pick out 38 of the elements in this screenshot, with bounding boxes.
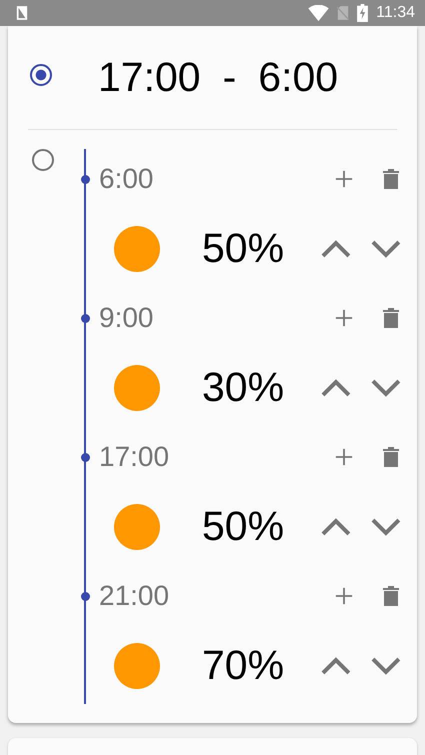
chevron-up-icon[interactable] [321,518,352,536]
chevron-up-icon[interactable] [321,656,352,674]
entry-time[interactable]: 6:00 [99,163,154,195]
percentage-value: 50% [202,503,286,550]
chevron-up-icon[interactable] [321,378,352,396]
circle-icon [114,226,160,272]
add-icon[interactable] [335,448,353,466]
percentage-value: 70% [202,642,286,689]
add-icon[interactable] [335,587,353,605]
radio-button[interactable] [30,64,52,86]
circle-icon [114,642,160,688]
entry-time[interactable]: 17:00 [99,441,170,473]
delete-icon[interactable] [383,586,399,606]
chevron-down-icon[interactable] [371,656,401,674]
add-icon[interactable] [335,309,353,327]
end-time: 6:00 [258,54,338,101]
sim-card-icon [16,5,28,21]
circle-icon [114,504,160,550]
circle-icon [114,364,160,410]
start-time: 17:00 [98,54,201,101]
clock-time: 11:34 [376,4,415,22]
chevron-up-icon[interactable] [321,240,352,258]
add-icon[interactable] [335,170,353,188]
no-signal-icon [337,5,350,21]
delete-icon[interactable] [383,169,399,189]
battery-icon [357,4,368,22]
wifi-icon [308,4,330,22]
chevron-down-icon[interactable] [371,240,401,258]
percentage-value: 30% [202,364,286,411]
chevron-down-icon[interactable] [371,518,401,536]
percentage-value: 50% [202,225,286,272]
delete-icon[interactable] [383,308,399,328]
delete-icon[interactable] [383,447,399,467]
entry-time[interactable]: 21:00 [99,580,170,612]
radio-button[interactable] [32,149,54,171]
chevron-down-icon[interactable] [371,378,401,396]
time-separator: - [222,54,236,101]
entry-time[interactable]: 9:00 [99,302,154,334]
